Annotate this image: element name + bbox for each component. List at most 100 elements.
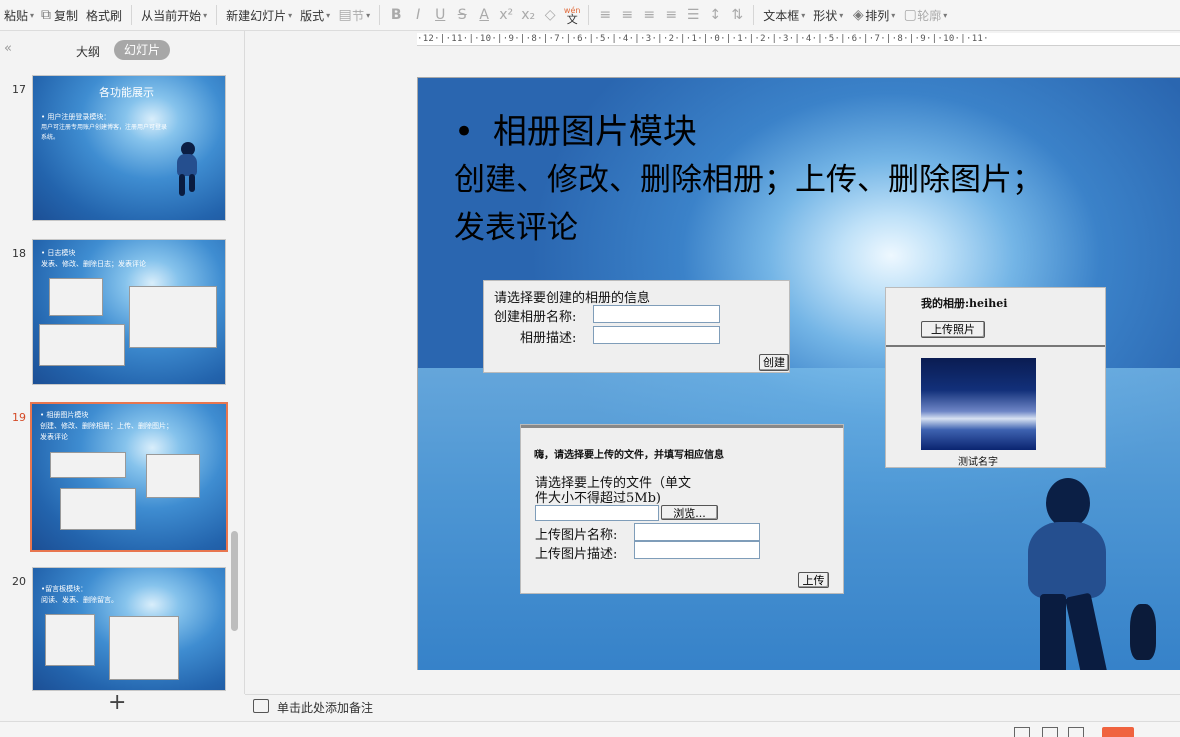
divider (216, 5, 218, 25)
create-album-heading: 请选择要创建的相册的信息 (494, 291, 651, 306)
section-button[interactable]: ▤ 节 ▾ (334, 0, 374, 30)
album-photo (921, 358, 1036, 450)
file-path-input (535, 505, 659, 521)
phonetic-button[interactable]: wén 文 (561, 0, 583, 30)
copy-button[interactable]: 复制 (54, 0, 82, 30)
subscript-icon[interactable]: x₂ (517, 0, 539, 30)
my-album-screenshot: 我的相册:heihei 上传照片 测试名字 (885, 287, 1106, 468)
slide-thumbnail-20[interactable]: •留言板模块： 阅读、发表、删除留言。 (32, 567, 226, 691)
slide-thumbnail-17[interactable]: 各功能展示 • 用户注册登录模块： 用户可注册专用账户创建博客，注册用户可登录系… (32, 75, 226, 221)
slide-number: 17 (12, 83, 26, 96)
slide-thumbnail-19[interactable]: • 相册图片模块 创建、修改、删除相册；上传、删除图片； 发表评论 (30, 402, 228, 552)
section-label: 节 (352, 8, 365, 23)
format-painter-button[interactable]: 格式刷 (82, 0, 126, 30)
shape-label: 形状 (813, 8, 838, 23)
from-current-button[interactable]: 从当前开始 ▾ (137, 0, 211, 30)
superscript-icon[interactable]: x² (495, 0, 517, 30)
text-box-button[interactable]: 文本框 ▾ (759, 0, 809, 30)
album-name-input (593, 305, 720, 323)
layers-icon: ◈ (852, 7, 864, 23)
upload-button: 上传 (798, 572, 829, 588)
thumb-window (129, 286, 217, 348)
strikethrough-icon[interactable]: S (451, 0, 473, 30)
upload-instruction-2: 件大小不得超过5Mb) (535, 491, 661, 506)
thumb-window (146, 454, 200, 498)
thumb-window (50, 452, 126, 478)
new-slide-button[interactable]: 新建幻灯片 ▾ (222, 0, 296, 30)
cat-figure (1130, 604, 1156, 660)
eraser-icon[interactable]: ◇ (539, 0, 561, 30)
font-color-icon[interactable]: A (473, 0, 495, 30)
thumb-line1: • 日志模块 (41, 249, 76, 257)
new-slide-label: 新建幻灯片 (226, 8, 287, 23)
tab-slides[interactable]: 幻灯片 (114, 40, 170, 60)
format-painter-label: 格式刷 (86, 8, 123, 23)
body-line: 发表评论 (454, 210, 578, 246)
pic-desc-input (634, 541, 760, 559)
my-album-title: 我的相册:heihei (921, 297, 1008, 310)
thumb-window (49, 278, 103, 316)
arrange-button[interactable]: ◈ 排列 ▾ (847, 0, 899, 30)
copy-icon: ⧉ (41, 7, 52, 23)
slide-title[interactable]: • 相册图片模块 (454, 104, 697, 153)
chevron-down-icon: ▾ (891, 10, 896, 20)
thumb-bullet: • 用户注册登录模块： (41, 113, 111, 121)
notes-bar[interactable]: 单击此处添加备注 (245, 694, 1180, 721)
divider (886, 345, 1105, 347)
tab-outline[interactable]: 大纲 (76, 43, 100, 60)
upload-heading: 嗨，请选择要上传的文件，并填写相应信息 (534, 450, 724, 461)
collapse-panel-icon[interactable]: « (4, 41, 12, 56)
layout-label: 版式 (300, 8, 325, 23)
slide-number: 19 (12, 411, 26, 424)
align-left-icon[interactable]: ≡ (594, 0, 616, 30)
phonetic-char: 文 (566, 13, 578, 26)
thumb-line1: •留言板模块： (41, 585, 88, 593)
from-current-label: 从当前开始 (141, 8, 202, 23)
thumb-window (39, 324, 125, 366)
paste-label: 粘贴 (4, 8, 29, 23)
slide-number: 18 (12, 247, 26, 260)
align-right-icon[interactable]: ≡ (638, 0, 660, 30)
slide-canvas[interactable]: • 相册图片模块 创建、修改、删除相册；上传、删除图片； 发表评论 请选择要创建… (417, 77, 1180, 670)
chevron-down-icon: ▾ (839, 10, 844, 20)
body-line: 创建、修改、删除相册；上传、删除图片； (454, 162, 1043, 198)
outline-button[interactable]: ▢ 轮廓 ▾ (899, 0, 951, 30)
create-album-screenshot: 请选择要创建的相册的信息 创建相册名称: 相册描述: 创建 (483, 280, 790, 373)
align-center-icon[interactable]: ≡ (616, 0, 638, 30)
album-desc-label: 相册描述: (520, 331, 577, 346)
slide-title-text: 相册图片模块 (492, 112, 697, 152)
justify-icon[interactable]: ≡ (660, 0, 682, 30)
divider (131, 5, 133, 25)
panel-scrollbar[interactable] (231, 531, 238, 631)
layout-button[interactable]: 版式 ▾ (296, 0, 334, 30)
panel-tabs: « 大纲 幻灯片 (0, 31, 244, 67)
line-spacing-icon[interactable]: ↕ (704, 0, 726, 30)
slide-panel: « 大纲 幻灯片 17 各功能展示 • 用户注册登录模块： 用户可注册专用账户创… (0, 31, 245, 715)
browse-button: 浏览... (661, 505, 718, 520)
text-direction-icon[interactable]: ⇅ (726, 0, 748, 30)
add-slide-icon[interactable]: + (108, 691, 126, 715)
chevron-down-icon: ▾ (366, 10, 371, 20)
bold-icon[interactable]: B (385, 0, 407, 30)
underline-icon[interactable]: U (429, 0, 451, 30)
arrange-label: 排列 (865, 8, 890, 23)
upload-photo-button: 上传照片 (921, 321, 985, 338)
chevron-down-icon: ▾ (326, 10, 331, 20)
chevron-down-icon: ▾ (288, 10, 293, 20)
slide-bullet: • (454, 112, 475, 152)
section-icon: ▤ (338, 7, 352, 23)
slide-thumbnail-18[interactable]: • 日志模块 发表、修改、删除日志；发表评论 (32, 239, 226, 385)
horizontal-ruler: ·12·|·11·|·10·|·9·|·8·|·7·|·6·|·5·|·4·|·… (417, 33, 1180, 46)
slide-body[interactable]: 创建、修改、删除相册；上传、删除图片； 发表评论 (454, 156, 1164, 252)
divider (521, 425, 843, 428)
italic-icon[interactable]: I (407, 0, 429, 30)
thumb-text: 用户可注册专用账户创建博客，注册用户可登录系统。 (41, 124, 168, 141)
create-button: 创建 (759, 354, 789, 371)
thumb-line2: 发表、修改、删除日志；发表评论 (41, 260, 146, 268)
chevron-down-icon: ▾ (943, 10, 948, 20)
distribute-icon[interactable]: ☰ (682, 0, 704, 30)
thumb-line3: 发表评论 (40, 433, 68, 441)
paste-button[interactable]: 粘贴 ▾ (0, 0, 38, 30)
shape-button[interactable]: 形状 ▾ (809, 0, 847, 30)
album-desc-input (593, 326, 720, 344)
